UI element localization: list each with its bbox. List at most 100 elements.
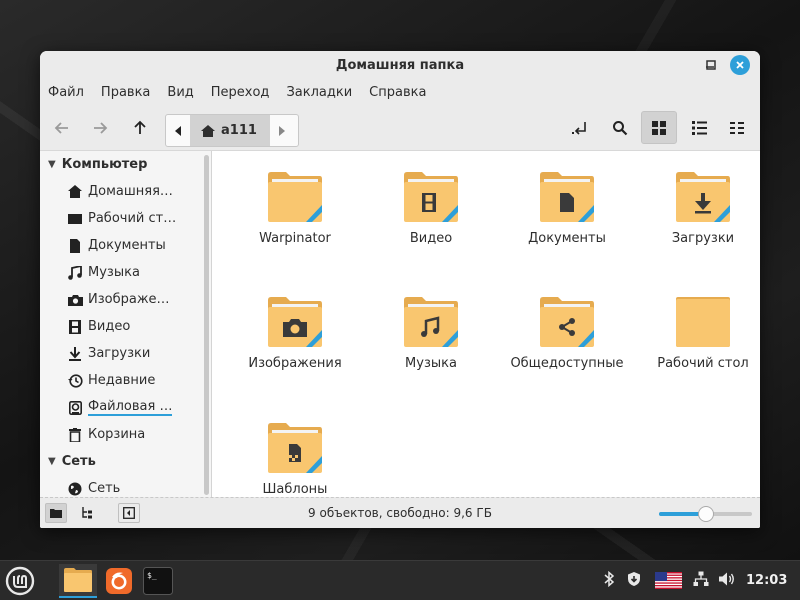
sidebar-toggle-icon: [123, 507, 135, 519]
file-item[interactable]: Загрузки: [643, 171, 760, 246]
collapse-triangle-icon: ▼: [48, 456, 56, 467]
grid-icon: [652, 120, 666, 135]
download-icon: [67, 346, 83, 362]
tree-icon: [82, 507, 92, 519]
hide-sidebar-button[interactable]: [118, 503, 140, 523]
desktop-icon: [67, 211, 83, 227]
sidebar-item-pictures[interactable]: Изображе…: [40, 286, 212, 313]
sidebar-item-documents[interactable]: Документы: [40, 232, 212, 259]
back-button[interactable]: [47, 115, 77, 141]
folder-icon: [64, 568, 92, 592]
folder-icon: [266, 171, 324, 223]
path-crumb-home[interactable]: a111: [190, 115, 270, 146]
show-tree-button[interactable]: [76, 503, 98, 523]
sidebar-item-recent[interactable]: Недавние: [40, 367, 212, 394]
film-icon: [67, 319, 83, 335]
sidebar-item-desktop[interactable]: Рабочий ст…: [40, 205, 212, 232]
zoom-slider-handle[interactable]: [698, 506, 714, 522]
file-item[interactable]: Шаблоны: [235, 422, 355, 497]
status-text: 9 объектов, свободно: 9,6 ГБ: [308, 506, 492, 520]
file-view: Warpinator Видео Документы Загрузки Изоб…: [212, 151, 760, 497]
path-left-arrow[interactable]: [166, 115, 190, 146]
sidebar-item-music[interactable]: Музыка: [40, 259, 212, 286]
desktop-folder-icon: [674, 296, 732, 348]
file-item[interactable]: Документы: [507, 171, 627, 246]
icon-view-button[interactable]: [641, 111, 677, 144]
menu-view[interactable]: Вид: [167, 85, 193, 100]
pictures-folder-icon: [266, 296, 324, 348]
document-icon: [67, 238, 83, 254]
music-folder-icon: [402, 296, 460, 348]
file-name: Документы: [528, 231, 606, 246]
home-icon: [67, 184, 83, 200]
compact-view-button[interactable]: [722, 115, 752, 141]
mint-logo-icon: [5, 566, 35, 596]
sidebar-scrollbar[interactable]: [204, 155, 209, 495]
video-folder-icon: [402, 171, 460, 223]
network-icon[interactable]: [693, 571, 709, 587]
update-shield-icon[interactable]: [626, 571, 642, 587]
toolbar: a111: [40, 105, 760, 151]
file-item[interactable]: Общедоступные: [507, 296, 627, 371]
menu-go[interactable]: Переход: [211, 85, 270, 100]
music-icon: [67, 265, 83, 281]
maximize-button[interactable]: [701, 55, 721, 75]
svg-text:$_: $_: [147, 571, 157, 580]
sidebar-header-computer[interactable]: ▼ Компьютер: [40, 151, 212, 178]
taskbar-terminal[interactable]: $_: [141, 564, 175, 598]
path-right-arrow[interactable]: [270, 115, 294, 146]
public-folder-icon: [538, 296, 596, 348]
sidebar-item-trash[interactable]: Корзина: [40, 421, 212, 448]
sidebar-item-network[interactable]: Сеть: [40, 475, 212, 497]
file-item[interactable]: Музыка: [371, 296, 491, 371]
forward-button[interactable]: [85, 115, 115, 141]
up-button[interactable]: [125, 115, 155, 141]
show-places-button[interactable]: [45, 503, 67, 523]
firefox-icon: [106, 568, 132, 594]
statusbar: 9 объектов, свободно: 9,6 ГБ: [40, 497, 760, 528]
documents-folder-icon: [538, 171, 596, 223]
file-item[interactable]: Warpinator: [235, 171, 355, 246]
keyboard-layout-flag-icon[interactable]: [655, 572, 682, 589]
bluetooth-icon[interactable]: [604, 571, 614, 587]
zoom-slider[interactable]: [659, 506, 752, 522]
titlebar[interactable]: Домашняя папка: [40, 51, 760, 79]
menu-bookmarks[interactable]: Закладки: [286, 85, 352, 100]
menu-file[interactable]: Файл: [48, 85, 84, 100]
sidebar-item-home[interactable]: Домашняя…: [40, 178, 212, 205]
taskbar-file-manager[interactable]: [59, 564, 97, 598]
search-button[interactable]: [605, 115, 635, 141]
sidebar-item-videos[interactable]: Видео: [40, 313, 212, 340]
list-view-button[interactable]: [684, 115, 714, 141]
close-button[interactable]: [730, 55, 750, 75]
camera-icon: [67, 292, 83, 308]
toggle-location-button[interactable]: [565, 115, 595, 141]
window-title: Домашняя папка: [335, 58, 465, 73]
file-name: Изображения: [248, 356, 342, 371]
menu-button[interactable]: [0, 564, 40, 598]
trash-icon: [67, 427, 83, 443]
sidebar-header-network[interactable]: ▼ Сеть: [40, 448, 212, 475]
templates-folder-icon: [266, 422, 324, 474]
clock-icon: [67, 373, 83, 389]
menu-edit[interactable]: Правка: [101, 85, 150, 100]
pathbar: a111: [165, 114, 299, 147]
taskbar-firefox[interactable]: [101, 564, 137, 598]
file-item[interactable]: Видео: [371, 171, 491, 246]
menubar: Файл Правка Вид Переход Закладки Справка: [40, 79, 760, 105]
downloads-folder-icon: [674, 171, 732, 223]
file-item[interactable]: Изображения: [235, 296, 355, 371]
clock[interactable]: 12:03: [746, 573, 787, 588]
file-name: Загрузки: [671, 231, 735, 246]
home-icon: [201, 124, 215, 137]
file-name: Видео: [409, 231, 453, 246]
sidebar-item-downloads[interactable]: Загрузки: [40, 340, 212, 367]
terminal-icon: $_: [143, 567, 173, 595]
sidebar-item-filesystem[interactable]: Файловая …: [40, 394, 212, 421]
file-item[interactable]: Рабочий стол: [643, 296, 760, 371]
path-crumb-label: a111: [221, 123, 257, 138]
file-name: Warpinator: [259, 231, 331, 246]
sidebar: ▼ Компьютер Домашняя… Рабочий ст… Докуме…: [40, 151, 212, 497]
menu-help[interactable]: Справка: [369, 85, 426, 100]
volume-icon[interactable]: [718, 571, 736, 587]
